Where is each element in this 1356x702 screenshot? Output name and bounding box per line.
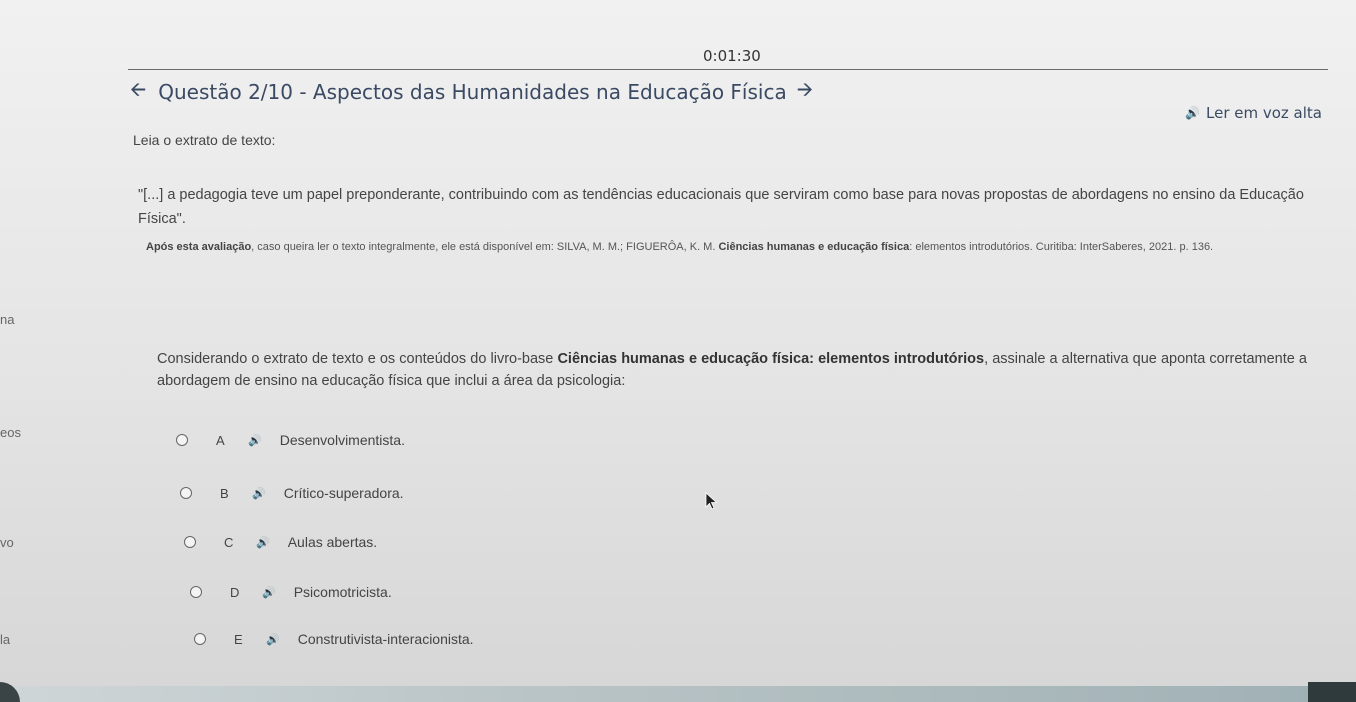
option-b[interactable]: B 🔊 Crítico-superadora.	[180, 485, 404, 501]
left-edge-fragment: eos	[0, 425, 21, 440]
header-divider	[128, 69, 1328, 70]
option-letter: C	[224, 534, 234, 550]
question-pre: Considerando o extrato de texto e os con…	[157, 351, 558, 367]
taskbar-strip	[0, 686, 1356, 702]
option-text: Crítico-superadora.	[283, 485, 404, 501]
speaker-icon[interactable]: 🔊	[248, 434, 262, 447]
radio-button[interactable]	[194, 633, 206, 645]
timer: 0:01:30	[703, 47, 761, 65]
left-edge-fragment: na	[0, 312, 15, 327]
question-navigation: 🡨 Questão 2/10 - Aspectos das Humanidade…	[130, 75, 813, 109]
intro-text: Leia o extrato de texto:	[133, 132, 276, 148]
radio-button[interactable]	[184, 536, 196, 548]
screen-corner	[1308, 682, 1356, 702]
speaker-icon: 🔊	[1185, 106, 1200, 120]
speaker-icon[interactable]: 🔊	[262, 586, 276, 599]
mouse-cursor-icon	[705, 492, 718, 510]
option-d[interactable]: D 🔊 Psicomotricista.	[190, 584, 392, 600]
arrow-left-icon[interactable]: 🡨	[130, 75, 146, 109]
question-title: Questão 2/10 - Aspectos das Humanidades …	[158, 80, 787, 104]
option-e[interactable]: E 🔊 Construtivista-interacionista.	[194, 631, 474, 647]
speaker-icon[interactable]: 🔊	[266, 633, 280, 646]
radio-button[interactable]	[180, 487, 192, 499]
source-middle: , caso queira ler o texto integralmente,…	[251, 241, 719, 253]
speaker-icon[interactable]: 🔊	[252, 487, 266, 500]
option-text: Aulas abertas.	[287, 534, 378, 550]
option-c[interactable]: C 🔊 Aulas abertas.	[184, 534, 377, 550]
option-text: Construtivista-interacionista.	[297, 631, 474, 647]
speaker-icon[interactable]: 🔊	[256, 536, 270, 549]
left-edge-fragment: vo	[0, 535, 14, 550]
option-letter: A	[216, 432, 225, 448]
option-text: Psicomotricista.	[293, 584, 392, 600]
option-letter: B	[220, 485, 229, 501]
arrow-right-icon[interactable]: 🡪	[797, 75, 813, 109]
source-citation: Após esta avaliação, caso queira ler o t…	[146, 235, 1326, 259]
source-bold-lead: Após esta avaliação	[146, 241, 252, 253]
option-text: Desenvolvimentista.	[279, 432, 405, 448]
source-book-title: Ciências humanas e educação física	[718, 241, 910, 253]
radio-button[interactable]	[190, 586, 202, 598]
source-end: : elementos introdutórios. Curitiba: Int…	[909, 241, 1214, 253]
question-prompt: Considerando o extrato de texto e os con…	[157, 348, 1307, 392]
option-letter: D	[230, 584, 240, 600]
read-aloud-label: Ler em voz alta	[1206, 104, 1322, 122]
option-a[interactable]: A 🔊 Desenvolvimentista.	[176, 432, 405, 448]
option-letter: E	[234, 631, 243, 647]
screen-corner	[0, 682, 20, 702]
radio-button[interactable]	[176, 434, 188, 446]
read-aloud-button[interactable]: 🔊 Ler em voz alta	[1185, 104, 1322, 122]
question-book-title: Ciências humanas e educação física: elem…	[557, 351, 985, 367]
left-edge-fragment: la	[0, 632, 11, 647]
excerpt-text: "[...] a pedagogia teve um papel prepond…	[138, 187, 1304, 227]
